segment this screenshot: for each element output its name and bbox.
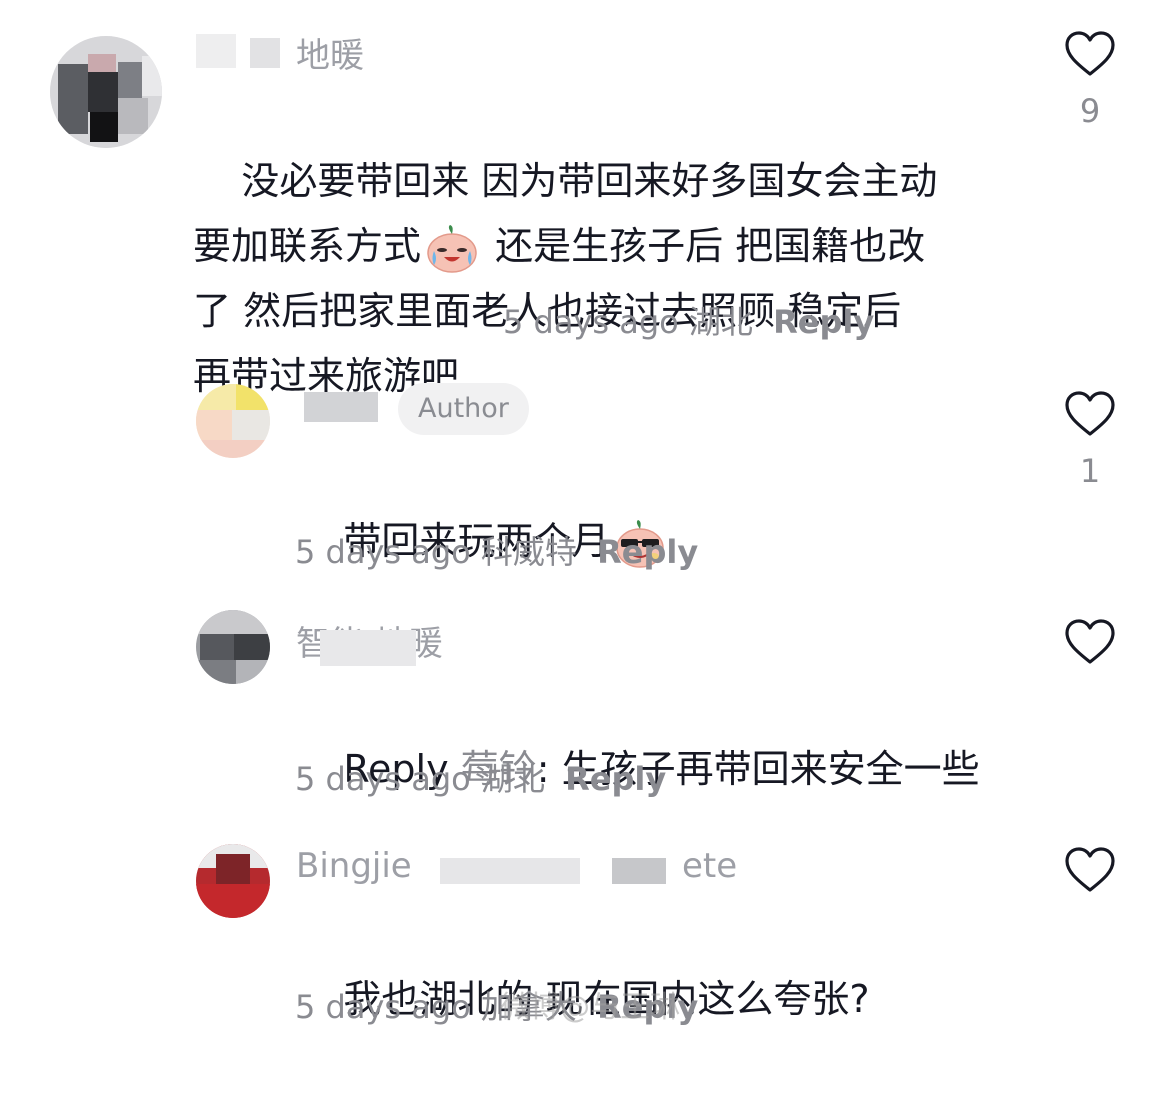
- heart-outline-icon: [1065, 31, 1115, 76]
- reply-button[interactable]: Reply: [773, 303, 874, 341]
- heart-outline-icon: [1065, 619, 1115, 664]
- comment-item: 智能 地暖 Reply 莓铃: 生孩子再带回来安全一些 5 days ago 湖…: [0, 600, 1169, 820]
- like-button[interactable]: [1054, 618, 1126, 666]
- heart-outline-icon: [1065, 391, 1115, 436]
- comment-item: 地暖 没必要带回来 因为带回来好多国女会主动 要加联系方式 还是生孩子后 把国籍…: [0, 0, 1169, 398]
- reply-button[interactable]: Reply: [565, 760, 666, 798]
- comment-location: 湖北: [480, 760, 545, 798]
- crying-emoji-icon: [425, 224, 479, 274]
- comment-username[interactable]: 地暖: [296, 28, 364, 77]
- like-count: 9: [1079, 92, 1101, 130]
- like-button[interactable]: 9: [1054, 30, 1126, 130]
- username-redaction: [440, 858, 580, 884]
- avatar[interactable]: [196, 610, 270, 684]
- comment-location: 湖北: [688, 303, 753, 341]
- reply-button[interactable]: Reply: [597, 533, 698, 571]
- author-badge: Author: [398, 383, 529, 435]
- avatar[interactable]: [50, 36, 162, 148]
- username-redaction: [304, 392, 378, 422]
- comment-time: 5 days ago: [295, 760, 471, 798]
- username-redaction: [196, 34, 236, 68]
- heart-outline-icon: [1065, 847, 1115, 892]
- username-redaction: [250, 38, 280, 68]
- avatar[interactable]: [196, 844, 270, 918]
- comment-username-suffix: ete: [682, 846, 738, 886]
- comment-meta: 5 days ago 湖北 Reply: [503, 297, 874, 343]
- username-redaction: [320, 630, 416, 666]
- like-button[interactable]: [1054, 846, 1126, 894]
- comment-time: 5 days ago: [295, 988, 471, 1026]
- comment-item: Author 带回来玩两个月 5 days ago 科威特 Reply 1: [0, 370, 1169, 590]
- comment-location: 科威特: [480, 533, 577, 571]
- comment-meta: 5 days ago 湖北 Reply: [295, 754, 666, 800]
- comment-time: 5 days ago: [295, 533, 471, 571]
- comment-meta: 5 days ago 科威特 Reply: [295, 527, 698, 573]
- avatar[interactable]: [196, 384, 270, 458]
- watermark: 微博@与王琳: [500, 990, 680, 1025]
- comment-time: 5 days ago: [503, 303, 679, 341]
- like-button[interactable]: 1: [1054, 390, 1126, 490]
- like-count: 1: [1079, 452, 1101, 490]
- comment-username[interactable]: Bingjie: [296, 846, 412, 886]
- username-redaction: [612, 858, 666, 884]
